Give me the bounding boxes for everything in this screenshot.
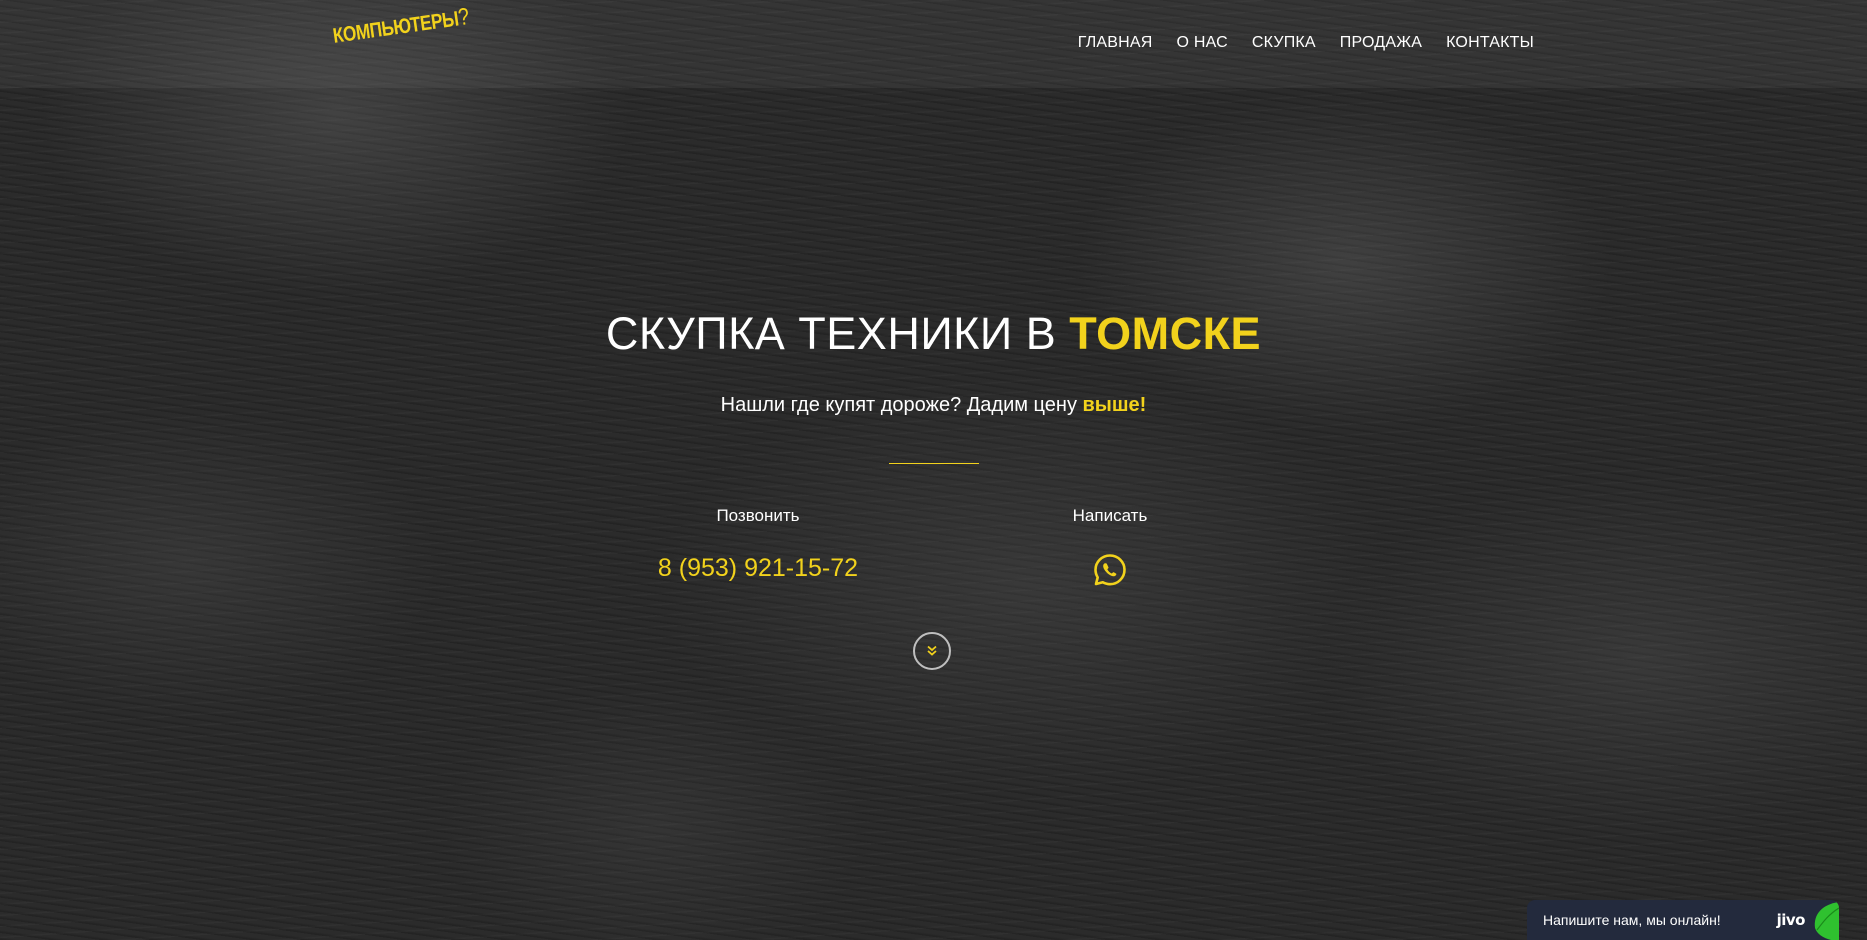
whatsapp-icon[interactable]	[1092, 552, 1128, 588]
site-header: КОМПЬЮТЕРЫ? ГЛАВНАЯ О НАС СКУПКА ПРОДАЖА…	[0, 0, 1867, 88]
hero-subtitle-main: Нашли где купят дороже? Дадим цену	[720, 394, 1083, 416]
hero-title-main: СКУПКА ТЕХНИКИ В	[605, 308, 1070, 359]
double-chevron-down-icon	[927, 645, 937, 656]
leaf-icon	[1814, 902, 1839, 940]
chat-widget-text: Напишите нам, мы онлайн!	[1543, 912, 1721, 928]
nav-item-buyback[interactable]: СКУПКА	[1252, 34, 1316, 52]
scroll-down-button[interactable]	[913, 632, 951, 670]
contact-call: Позвонить 8 (953) 921-15-72	[618, 506, 898, 583]
call-label: Позвонить	[716, 506, 800, 525]
hero-subtitle-accent: выше!	[1082, 394, 1147, 416]
hero-subtitle: Нашли где купят дороже? Дадим цену выше!	[0, 394, 1867, 417]
nav-item-contacts[interactable]: КОНТАКТЫ	[1446, 34, 1534, 52]
chat-widget[interactable]: Напишите нам, мы онлайн! jivo	[1527, 900, 1839, 940]
logo-question-mark: ?	[456, 3, 471, 32]
nav-item-home[interactable]: ГЛАВНАЯ	[1078, 34, 1153, 52]
chat-brand-logo: jivo	[1776, 911, 1806, 929]
main-nav: ГЛАВНАЯ О НАС СКУПКА ПРОДАЖА КОНТАКТЫ	[1054, 34, 1534, 52]
nav-item-about[interactable]: О НАС	[1177, 34, 1228, 52]
write-label: Написать	[1072, 506, 1148, 525]
nav-item-sale[interactable]: ПРОДАЖА	[1340, 34, 1422, 52]
hero-title-city: ТОМСКЕ	[1069, 308, 1262, 359]
phone-link[interactable]: 8 (953) 921-15-72	[658, 554, 858, 583]
hero-title: СКУПКА ТЕХНИКИ В ТОМСКЕ	[0, 308, 1867, 360]
contact-write: Написать	[1010, 506, 1210, 593]
site-logo[interactable]: КОМПЬЮТЕРЫ?	[331, 3, 471, 50]
logo-text: КОМПЬЮТЕРЫ	[331, 7, 461, 48]
hero-divider	[889, 463, 979, 464]
